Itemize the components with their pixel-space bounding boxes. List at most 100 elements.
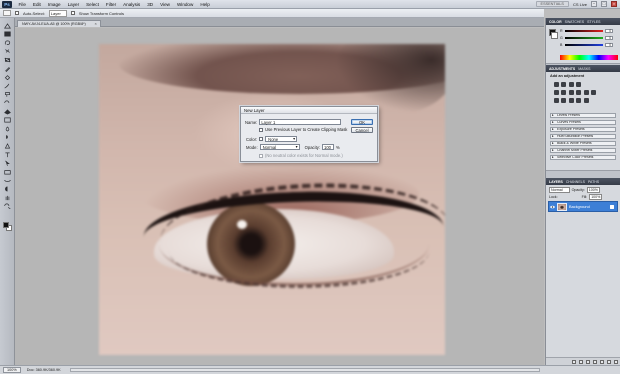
type-tool-icon[interactable] — [3, 151, 12, 158]
marquee-tool-icon[interactable] — [3, 31, 12, 38]
mode-dropdown[interactable]: Normal — [259, 144, 300, 150]
preset-channel-mixer[interactable]: Channel Mixer Presets — [550, 148, 616, 153]
document-size-info[interactable]: Doc: 360.9K/360.9K — [27, 368, 61, 372]
tool-preset-picker[interactable] — [3, 10, 11, 16]
close-window-button[interactable]: × — [611, 1, 617, 7]
link-layers-icon[interactable] — [572, 359, 576, 364]
menu-layer[interactable]: Layer — [64, 2, 83, 7]
horizontal-scrollbar[interactable] — [70, 368, 540, 372]
opacity-input[interactable]: 100 — [322, 144, 335, 150]
new-adjustment-layer-icon[interactable] — [593, 359, 597, 364]
move-tool-icon[interactable] — [3, 22, 12, 29]
slider-blue-value[interactable]: 0 — [605, 43, 613, 47]
layer-row-background[interactable]: Background — [548, 201, 618, 212]
delete-layer-icon[interactable] — [614, 359, 618, 364]
crop-tool-icon[interactable] — [3, 56, 12, 63]
canvas-workspace[interactable] — [15, 28, 544, 365]
neutral-color-checkbox[interactable] — [259, 153, 263, 158]
color-spectrum-ramp[interactable] — [560, 55, 618, 60]
new-group-icon[interactable] — [600, 359, 604, 364]
slider-blue-track[interactable] — [565, 44, 603, 46]
brightness-contrast-icon[interactable] — [554, 82, 559, 87]
invert-icon[interactable] — [554, 98, 559, 103]
tab-adjustments[interactable]: ADJUSTMENTS — [549, 67, 575, 71]
black-white-icon[interactable] — [576, 90, 582, 95]
menu-view[interactable]: View — [157, 2, 174, 7]
levels-icon[interactable] — [561, 82, 567, 87]
photo-filter-icon[interactable] — [583, 90, 589, 95]
pen-tool-icon[interactable] — [3, 142, 12, 149]
brush-tool-icon[interactable] — [3, 82, 12, 89]
gradient-tool-icon[interactable] — [3, 117, 12, 124]
preset-exposure[interactable]: Exposure Presets — [550, 127, 616, 132]
preset-levels[interactable]: Levels Presets — [550, 113, 616, 118]
preset-curves[interactable]: Curves Presets — [550, 120, 616, 125]
workspace-switcher-button[interactable]: ESSENTIALS — [535, 1, 569, 7]
blur-tool-icon[interactable] — [3, 125, 12, 132]
history-brush-tool-icon[interactable] — [3, 99, 12, 106]
clone-stamp-tool-icon[interactable] — [3, 91, 12, 98]
tab-swatches[interactable]: SWATCHES — [565, 20, 584, 24]
tab-layers[interactable]: LAYERS — [549, 180, 563, 184]
menu-file[interactable]: File — [15, 2, 29, 7]
add-mask-icon[interactable] — [586, 359, 590, 364]
ok-button[interactable]: OK — [351, 119, 373, 125]
layer-name-input[interactable]: Layer 1 — [259, 119, 342, 125]
zoom-tool-icon[interactable] — [3, 203, 12, 210]
eraser-tool-icon[interactable] — [3, 108, 12, 115]
fill-input[interactable]: 100% — [589, 194, 603, 200]
tab-masks[interactable]: MASKS — [578, 67, 590, 71]
menu-help[interactable]: Help — [197, 2, 213, 7]
zoom-level-field[interactable]: 100% — [3, 367, 21, 373]
maximize-button[interactable]: □ — [601, 1, 607, 7]
blend-mode-dropdown[interactable]: Normal — [549, 187, 570, 193]
quick-select-tool-icon[interactable] — [3, 48, 12, 55]
preset-hue-saturation[interactable]: Hue/Saturation Presets — [550, 134, 616, 139]
close-tab-icon[interactable]: × — [94, 21, 96, 27]
tab-paths[interactable]: PATHS — [588, 180, 599, 184]
lasso-tool-icon[interactable] — [3, 39, 12, 46]
cs-live-button[interactable]: CS Live — [573, 2, 587, 7]
menu-image[interactable]: Image — [44, 2, 64, 7]
healing-brush-tool-icon[interactable] — [3, 74, 12, 81]
layers-opacity-input[interactable]: 100% — [586, 187, 600, 193]
eyedropper-tool-icon[interactable] — [3, 65, 12, 72]
channel-mixer-icon[interactable] — [590, 90, 596, 95]
slider-green-track[interactable] — [565, 37, 603, 39]
slider-red-value[interactable]: 0 — [605, 29, 613, 33]
new-layer-icon[interactable] — [607, 359, 611, 364]
menu-edit[interactable]: Edit — [29, 2, 44, 7]
exposure-icon[interactable] — [576, 82, 582, 87]
threshold-icon[interactable] — [568, 98, 574, 103]
3d-rotate-tool-icon[interactable] — [3, 177, 12, 184]
minimize-button[interactable]: − — [591, 1, 597, 7]
toolbar-foreground-color-swatch[interactable] — [3, 222, 9, 228]
background-color-swatch[interactable] — [551, 32, 558, 39]
selective-color-icon[interactable] — [583, 98, 589, 103]
menu-window[interactable]: Window — [173, 2, 196, 7]
slider-green-value[interactable]: 0 — [605, 36, 613, 40]
gradient-map-icon[interactable] — [576, 98, 582, 103]
path-select-tool-icon[interactable] — [3, 160, 12, 167]
shape-tool-icon[interactable] — [3, 168, 12, 175]
layer-style-icon[interactable] — [579, 359, 583, 364]
menu-filter[interactable]: Filter — [102, 2, 119, 7]
vibrance-icon[interactable] — [554, 90, 559, 95]
hue-saturation-icon[interactable] — [561, 90, 567, 95]
auto-select-dropdown[interactable]: Layer — [48, 9, 67, 17]
slider-red-track[interactable] — [565, 30, 603, 32]
menu-select[interactable]: Select — [83, 2, 103, 7]
auto-select-checkbox[interactable] — [15, 11, 19, 15]
posterize-icon[interactable] — [561, 98, 567, 103]
tab-channels[interactable]: CHANNELS — [566, 180, 585, 184]
color-dropdown[interactable]: None — [265, 136, 298, 142]
hand-tool-icon[interactable] — [3, 194, 12, 201]
preset-black-white[interactable]: Black & White Presets — [550, 141, 616, 146]
3d-orbit-tool-icon[interactable] — [3, 185, 12, 192]
show-transform-checkbox[interactable] — [70, 11, 75, 15]
document-tab[interactable]: NWY-AVJ4-EUA-A5 @ 100% (RGB/8*) × — [17, 20, 101, 27]
cancel-button[interactable]: Cancel — [351, 127, 373, 133]
layer-visibility-eye-icon[interactable] — [550, 205, 555, 209]
clipping-mask-checkbox[interactable] — [259, 127, 263, 132]
menu-3d[interactable]: 3D — [144, 2, 157, 7]
